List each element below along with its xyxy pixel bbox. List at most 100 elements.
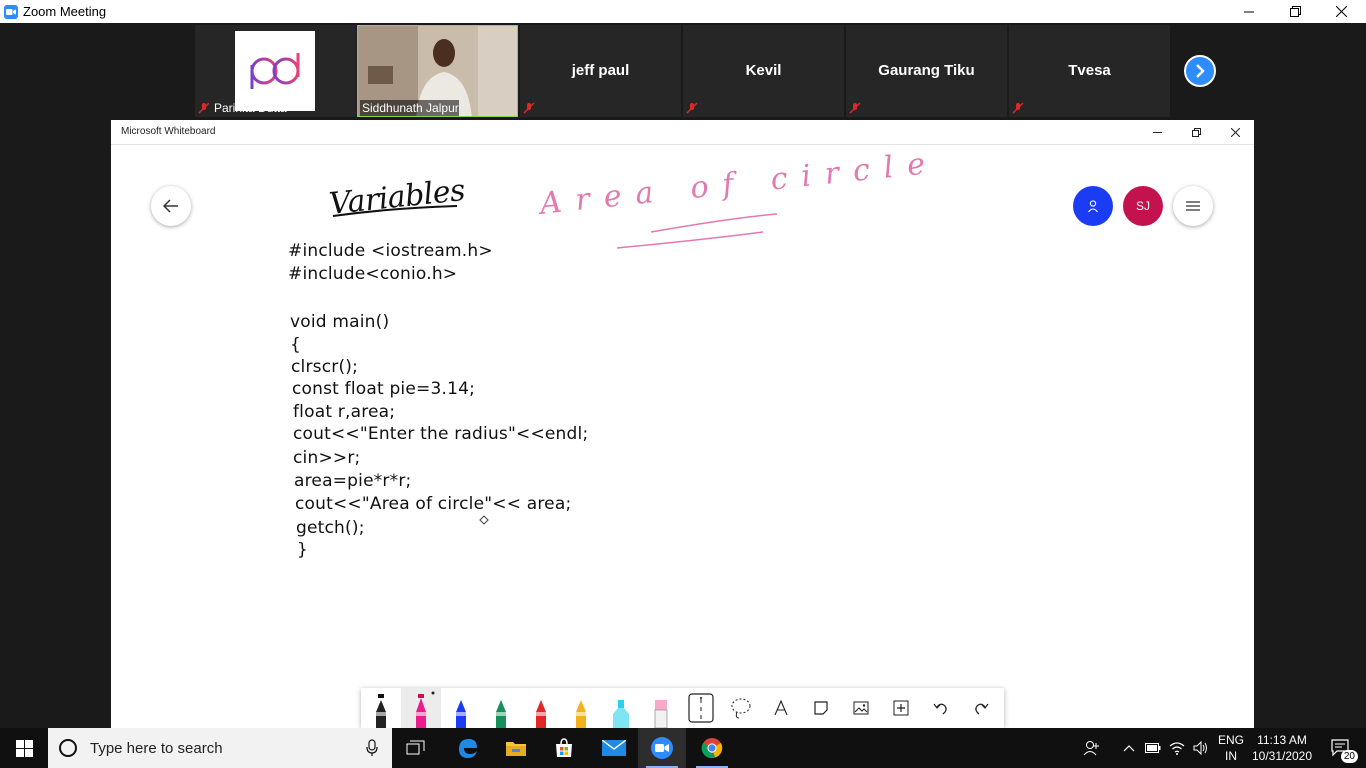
code-line: const float pie=3.14; xyxy=(292,379,476,399)
user-avatar[interactable]: SJ xyxy=(1123,186,1163,226)
wb-restore-button[interactable] xyxy=(1177,120,1215,145)
edge-icon xyxy=(459,739,477,758)
restore-button[interactable] xyxy=(1272,0,1318,23)
taskbar-search-box[interactable]: Type here to search xyxy=(48,728,392,768)
whiteboard-canvas[interactable]: SJ Variables Area of circle #include <io… xyxy=(111,145,1254,728)
zoom-titlebar: Zoom Meeting xyxy=(0,0,1366,23)
input-language-button[interactable]: ENG IN xyxy=(1214,732,1248,764)
windows-taskbar: Type here to search ENG IN 11:13 AM 10/3… xyxy=(0,728,1366,768)
participant-tile[interactable]: Parinita Dutta xyxy=(195,25,356,117)
person-icon xyxy=(1088,200,1098,213)
participant-tile[interactable]: Kevil xyxy=(683,25,844,117)
participant-tile[interactable]: jeff paul xyxy=(520,25,681,117)
people-button[interactable] xyxy=(1070,728,1114,768)
eraser-tool[interactable] xyxy=(641,688,681,728)
search-icon xyxy=(59,739,77,757)
code-line: getch(); xyxy=(296,518,365,538)
chevron-right-icon xyxy=(1196,64,1205,78)
redo-icon xyxy=(975,703,989,715)
image-tool[interactable] xyxy=(841,688,881,728)
wifi-indicator[interactable] xyxy=(1166,728,1188,768)
code-line: cin>>r; xyxy=(293,448,361,468)
search-placeholder: Type here to search xyxy=(90,739,223,757)
wb-minimize-button[interactable] xyxy=(1138,120,1176,145)
black-pen-tool[interactable] xyxy=(361,688,401,728)
arrow-left-icon xyxy=(163,199,178,213)
blue-pen-tool[interactable] xyxy=(441,688,481,728)
code-line: cout<<"Enter the radius"<<endl; xyxy=(293,424,589,444)
task-view-button[interactable] xyxy=(392,728,440,768)
image-icon xyxy=(853,701,869,715)
whiteboard-title: Microsoft Whiteboard xyxy=(121,126,216,137)
speaker-icon xyxy=(1193,741,1207,755)
code-line: area=pie*r*r; xyxy=(294,471,412,491)
code-line: { xyxy=(290,335,302,355)
participant-label: Parinita Dutta xyxy=(198,100,287,116)
mic-muted-icon xyxy=(198,102,210,114)
lasso-icon xyxy=(731,698,751,719)
clock[interactable]: 11:13 AM 10/31/2020 xyxy=(1248,732,1316,764)
green-pen-tool[interactable] xyxy=(481,688,521,728)
mic-muted-icon xyxy=(686,102,698,114)
minimize-button[interactable] xyxy=(1226,0,1272,23)
close-button[interactable] xyxy=(1318,0,1364,23)
participant-strip: Parinita Dutta Siddhunath Jalpur jeff pa… xyxy=(0,23,1366,119)
ruler-icon xyxy=(688,693,714,723)
mic-muted-icon xyxy=(1012,102,1024,114)
yellow-pen-tool[interactable] xyxy=(561,688,601,728)
store-button[interactable] xyxy=(540,728,588,768)
note-tool[interactable] xyxy=(801,688,841,728)
people-icon xyxy=(1083,741,1099,756)
battery-icon xyxy=(1145,743,1161,753)
chrome-icon xyxy=(701,738,723,759)
participant-logo xyxy=(235,31,315,111)
battery-indicator[interactable] xyxy=(1142,728,1164,768)
hamburger-icon xyxy=(1186,201,1200,211)
wb-close-button[interactable] xyxy=(1216,120,1254,145)
wifi-icon xyxy=(1169,742,1185,755)
zoom-taskbar-button[interactable] xyxy=(638,728,686,768)
show-hidden-icons-button[interactable] xyxy=(1118,728,1140,768)
mic-muted-icon xyxy=(849,102,861,114)
menu-button[interactable] xyxy=(1173,186,1213,226)
next-page-button[interactable] xyxy=(1184,55,1216,87)
participant-tile[interactable]: Tvesa xyxy=(1009,25,1170,117)
invite-participant-button[interactable] xyxy=(1073,186,1113,226)
code-line: void main() xyxy=(290,312,390,332)
ruler-tool[interactable] xyxy=(681,688,721,728)
code-line: } xyxy=(297,540,309,560)
chrome-taskbar-button[interactable] xyxy=(688,728,736,768)
participant-label xyxy=(849,100,861,116)
back-button[interactable] xyxy=(151,186,191,226)
sticky-note-icon xyxy=(814,701,828,715)
zoom-icon xyxy=(651,737,673,759)
mail-icon xyxy=(602,740,626,756)
notification-badge: 20 xyxy=(1340,750,1358,763)
folder-icon xyxy=(506,742,526,756)
mic-muted-icon xyxy=(523,102,535,114)
mail-button[interactable] xyxy=(590,728,638,768)
highlighter-tool[interactable] xyxy=(601,688,641,728)
heading-underline xyxy=(332,205,458,217)
edge-browser-button[interactable] xyxy=(444,728,492,768)
participant-tile[interactable]: Gaurang Tiku xyxy=(846,25,1007,117)
start-button[interactable] xyxy=(0,728,48,768)
zoom-app-icon xyxy=(4,4,18,19)
undo-button[interactable] xyxy=(921,688,961,728)
action-center-button[interactable]: 20 xyxy=(1318,728,1364,768)
red-pen-tool[interactable] xyxy=(521,688,561,728)
lasso-tool[interactable] xyxy=(721,688,761,728)
cursor-icon xyxy=(479,515,489,525)
file-explorer-button[interactable] xyxy=(492,728,540,768)
chevron-up-icon xyxy=(1123,745,1135,752)
redo-button[interactable] xyxy=(961,688,1001,728)
code-line: float r,area; xyxy=(293,402,396,422)
add-icon xyxy=(893,700,909,716)
participant-tile-video[interactable]: Siddhunath Jalpur xyxy=(357,25,518,117)
volume-control[interactable] xyxy=(1190,728,1212,768)
text-tool[interactable] xyxy=(761,688,801,728)
microphone-icon[interactable] xyxy=(366,739,378,757)
add-content-tool[interactable] xyxy=(881,688,921,728)
pink-pen-tool[interactable] xyxy=(401,688,441,728)
windows-logo-icon xyxy=(15,739,33,757)
